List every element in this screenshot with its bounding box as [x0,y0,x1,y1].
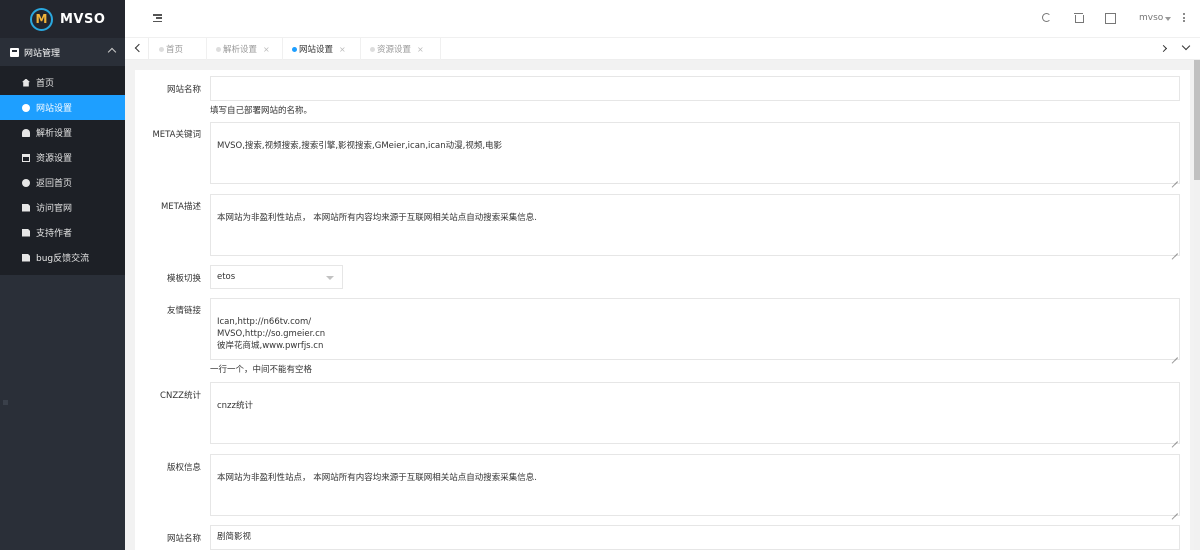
sidebar-item-label: 返回首页 [36,179,73,189]
friend-links-textarea[interactable]: Ican,http://n66tv.com/ MVSO,http://so.gm… [210,298,1180,360]
content-scrollbar[interactable] [1194,60,1200,550]
close-icon[interactable]: × [263,45,270,54]
user-menu[interactable]: mvso [1139,13,1163,23]
copyright-textarea[interactable]: 本网站为非盈利性站点， 本网站所有内容均来源于互联网相关站点自动搜索采集信息. [210,454,1180,516]
chevron-left-icon[interactable] [125,38,149,60]
file-icon [22,253,30,262]
admin-icon [10,47,19,57]
meta-description-textarea[interactable]: 本网站为非盈利性站点， 本网站所有内容均来源于互联网相关站点自动搜索采集信息. [210,194,1180,256]
tab-home[interactable]: 首页 [150,38,207,60]
chevron-down-icon[interactable] [1181,41,1191,51]
chevron-up-icon [107,47,117,57]
sidebar-item-label: 访问官网 [36,204,73,214]
sidebar-item-back-home[interactable]: 返回首页 [0,170,125,195]
resize-handle[interactable] [1171,247,1178,254]
window-icon [22,153,30,162]
field-label: META描述 [160,202,201,212]
sidebar-item-parse-settings[interactable]: 解析设置 [0,120,125,145]
sidebar-menu: 首页 网站设置 解析设置 资源设置 返回首页 访问官网 支持作者 bug反馈交流 [0,66,125,275]
dashboard-icon [22,128,30,137]
tabs-bar: 首页 解析设置 × 网站设置 × 资源设置 × [125,38,1200,60]
sidebar-item-label: 网站设置 [36,104,73,114]
chevron-right-icon[interactable] [1159,44,1168,53]
site-name-input[interactable] [210,76,1180,101]
tab-resource-settings[interactable]: 资源设置 × [361,38,441,60]
field-label: 版权信息 [166,463,201,473]
tab-parse-settings[interactable]: 解析设置 × [207,38,283,60]
sidebar-item-resource-settings[interactable]: 资源设置 [0,145,125,170]
file-icon [22,228,30,237]
file-icon [22,203,30,212]
field-label: CNZZ统计 [160,391,201,401]
caret-down-icon[interactable] [1165,17,1171,21]
content-area: 网站名称 填写自己部署网站的名称。 META关键词 MVSO,搜索,视频搜索,搜… [125,60,1200,550]
sidebar-item-label: 首页 [36,79,55,89]
trash-icon[interactable] [1074,13,1084,23]
more-vertical-icon[interactable] [1183,13,1186,23]
template-select[interactable]: etos [210,265,343,289]
top-header: mvso [125,0,1200,38]
sidebar-resize-handle[interactable] [3,400,8,405]
settings-form: 网站名称 填写自己部署网站的名称。 META关键词 MVSO,搜索,视频搜索,搜… [135,70,1190,550]
menu-toggle-icon[interactable] [153,14,162,23]
scrollbar-thumb[interactable] [1194,60,1200,180]
close-icon[interactable]: × [339,45,346,54]
field-label: 网站名称 [166,85,201,95]
field-label: META关键词 [152,130,201,140]
sidebar-item-label: bug反馈交流 [36,254,90,264]
sidebar-item-site-settings[interactable]: 网站设置 [0,95,125,120]
refresh-icon[interactable] [1042,13,1051,22]
resize-handle[interactable] [1171,507,1178,514]
logo[interactable]: M MVSO [0,0,125,38]
field-label: 网站名称 [166,534,201,544]
sidebar-group-site-admin[interactable]: 网站管理 [0,38,125,66]
cogs-icon [22,178,30,187]
gear-icon [22,103,30,112]
field-help: 一行一个，中间不能有空格 [210,365,313,375]
resize-handle[interactable] [1171,175,1178,182]
close-icon[interactable]: × [417,45,424,54]
caret-down-icon [326,276,334,280]
meta-keywords-textarea[interactable]: MVSO,搜索,视频搜索,搜索引擎,影视搜索,GMeier,ican,ican动… [210,122,1180,184]
sidebar-item-support-author[interactable]: 支持作者 [0,220,125,245]
site-name-2-input[interactable]: 剧简影视 [210,525,1180,550]
sidebar-item-bug-feedback[interactable]: bug反馈交流 [0,245,125,270]
sidebar-item-official-site[interactable]: 访问官网 [0,195,125,220]
tab-site-settings[interactable]: 网站设置 × [283,38,361,60]
field-help: 填写自己部署网站的名称。 [210,106,313,116]
sidebar-item-label: 资源设置 [36,154,73,164]
sidebar: M MVSO 网站管理 首页 网站设置 解析设置 资源设置 返回首页 访问官网 … [0,0,125,550]
fullscreen-icon[interactable] [1105,13,1114,22]
logo-text: MVSO [60,11,106,27]
resize-handle[interactable] [1171,435,1178,442]
field-label: 模板切换 [166,274,201,284]
cnzz-textarea[interactable]: cnzz统计 [210,382,1180,444]
sidebar-group-label: 网站管理 [24,48,61,59]
field-label: 友情链接 [166,306,201,316]
logo-icon: M [30,7,53,31]
resize-handle[interactable] [1171,351,1178,358]
sidebar-item-label: 解析设置 [36,129,73,139]
home-icon [22,78,30,87]
sidebar-item-home[interactable]: 首页 [0,70,125,95]
sidebar-item-label: 支持作者 [36,229,73,239]
